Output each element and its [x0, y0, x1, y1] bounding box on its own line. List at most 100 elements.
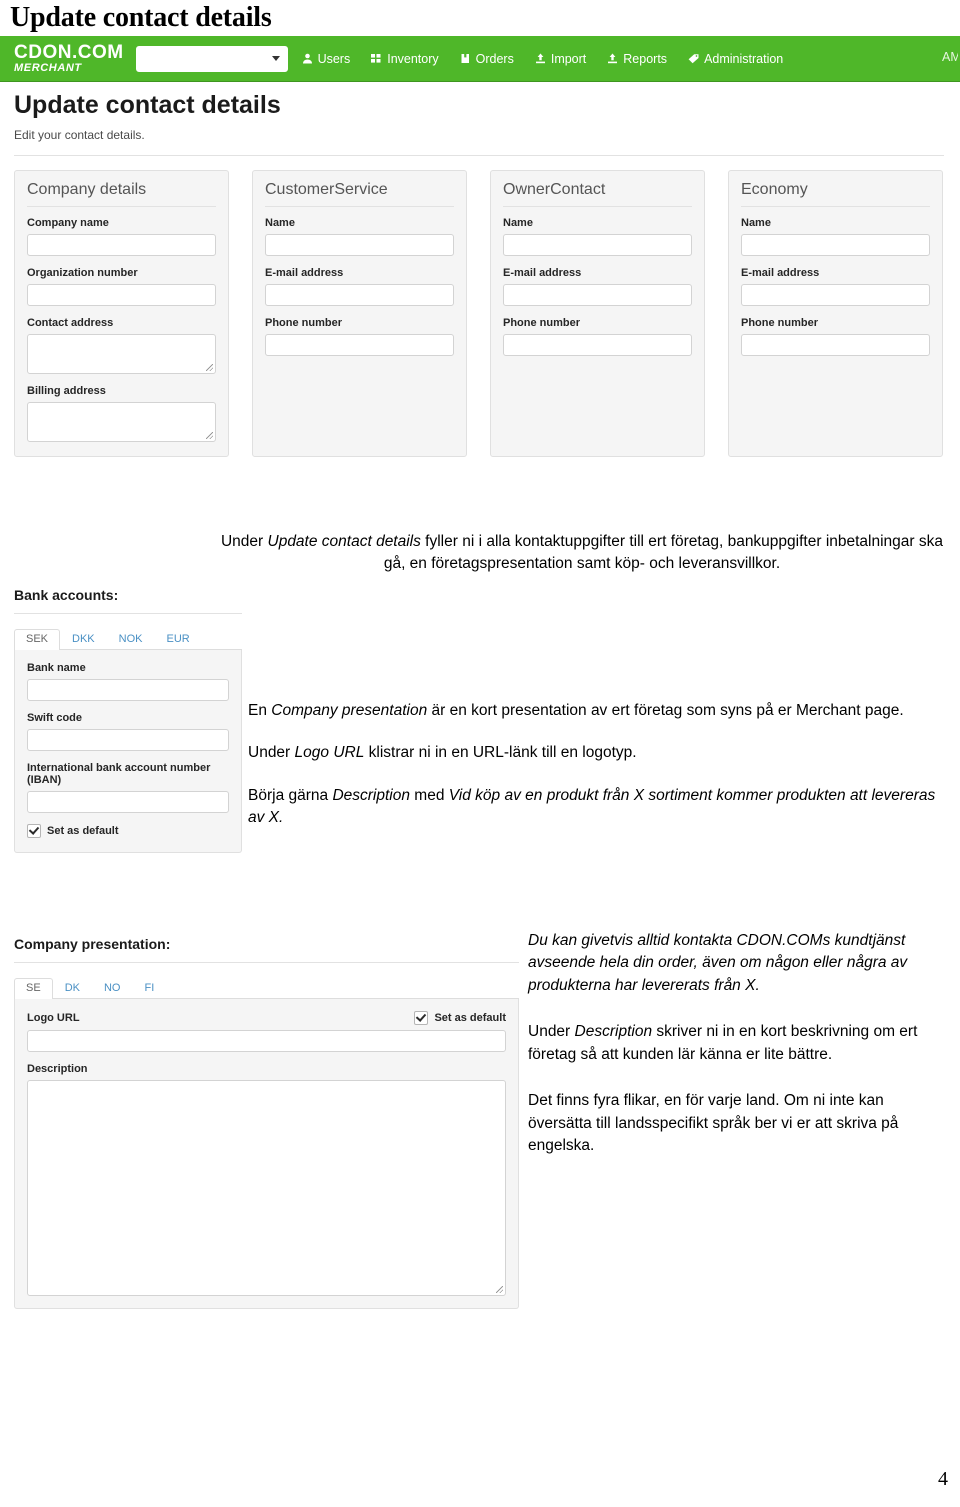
brand-subtitle: MERCHANT — [14, 62, 82, 74]
checkbox-checked-icon[interactable] — [27, 824, 41, 838]
field-label: Phone number — [503, 317, 581, 329]
field-label: Contact address — [27, 317, 114, 329]
bank-name-input[interactable] — [27, 679, 229, 701]
paragraph-intro: Under Update contact details fyller ni i… — [218, 531, 946, 576]
card-owner-contact: OwnerContact Name E-mail address Phone n… — [490, 170, 705, 457]
nav-item-orders[interactable]: Orders — [460, 52, 514, 66]
billing-address-textarea[interactable] — [27, 402, 216, 442]
field-logo-url: Logo URL Set as default — [27, 1011, 506, 1052]
economy-email-input[interactable] — [741, 284, 930, 306]
card-customer-service: CustomerService Name E-mail address Phon… — [252, 170, 467, 457]
presentation-country-tabs: SE DK NO FI — [14, 974, 519, 999]
card-title: OwnerContact — [503, 181, 692, 207]
field-label: E-mail address — [741, 267, 820, 279]
paragraph-description-instruction: Under Description skriver ni in en kort … — [528, 1021, 946, 1066]
nav-item-users[interactable]: Users — [302, 52, 350, 66]
bank-tab-panel: Bank name Swift code International bank … — [14, 650, 242, 853]
cs-email-input[interactable] — [265, 284, 454, 306]
paragraph-description-example: Börja gärna Description med Vid köp av e… — [248, 785, 948, 830]
iban-input[interactable] — [27, 791, 229, 813]
paragraph-company-presentation: En Company presentation är en kort prese… — [248, 700, 948, 722]
field-label: International bank account number (IBAN) — [27, 762, 211, 786]
field-label: Name — [503, 217, 533, 229]
economy-phone-input[interactable] — [741, 334, 930, 356]
section-divider — [14, 962, 519, 963]
owner-name-input[interactable] — [503, 234, 692, 256]
paragraph-logo-url: Under Logo URL klistrar ni in en URL-län… — [248, 742, 948, 764]
nav-item-administration[interactable]: Administration — [688, 52, 783, 66]
logo-url-header: Logo URL Set as default — [27, 1011, 506, 1025]
field-economy-name: Name — [741, 217, 930, 256]
field-label: Logo URL — [27, 1012, 80, 1024]
upload-icon — [535, 53, 546, 64]
checkbox-label: Set as default — [47, 825, 119, 837]
bank-set-as-default-row[interactable]: Set as default — [27, 824, 229, 838]
tab-dkk[interactable]: DKK — [60, 629, 107, 650]
economy-name-input[interactable] — [741, 234, 930, 256]
field-owner-name: Name — [503, 217, 692, 256]
grid-icon — [371, 53, 382, 64]
field-label: Phone number — [741, 317, 819, 329]
section-divider — [14, 613, 242, 614]
owner-phone-input[interactable] — [503, 334, 692, 356]
desc-emphasis-1: Description — [332, 786, 410, 804]
tab-se[interactable]: SE — [14, 978, 53, 999]
company-name-input[interactable] — [27, 234, 216, 256]
field-owner-phone: Phone number — [503, 317, 692, 356]
card-economy: Economy Name E-mail address Phone number — [728, 170, 943, 457]
field-cs-phone: Phone number — [265, 317, 454, 356]
nav-links: Users Inventory Orders Import Reports Ad… — [302, 52, 960, 66]
field-label: E-mail address — [503, 267, 582, 279]
paragraph-support-text: Du kan givetvis alltid kontakta CDON.COM… — [528, 932, 908, 994]
paragraph-group-middle: En Company presentation är en kort prese… — [248, 700, 948, 830]
section-title: Company presentation: — [14, 936, 171, 952]
nav-item-reports[interactable]: Reports — [607, 52, 667, 66]
field-label: Bank name — [27, 662, 86, 674]
field-organization-number: Organization number — [27, 267, 216, 306]
logo-lead: Under — [248, 744, 295, 762]
tag-icon — [688, 53, 699, 64]
nav-account-label[interactable]: AM — [942, 50, 958, 64]
page-subtitle: Edit your contact details. — [14, 127, 145, 142]
swift-code-input[interactable] — [27, 729, 229, 751]
field-contact-address: Contact address — [27, 317, 216, 374]
brand-name: CDON.COM — [14, 42, 124, 63]
checkbox-label: Set as default — [434, 1012, 506, 1024]
top-navigation-bar: CDON.COM MERCHANT Users Inventory Orders… — [0, 36, 960, 82]
tab-fi[interactable]: FI — [132, 978, 166, 999]
nav-item-label: Import — [550, 51, 587, 66]
cs-phone-input[interactable] — [265, 334, 454, 356]
field-label: E-mail address — [265, 267, 344, 279]
tab-dk[interactable]: DK — [53, 978, 92, 999]
document-heading: Update contact details — [10, 2, 272, 33]
logo-url-input[interactable] — [27, 1030, 506, 1052]
tab-sek[interactable]: SEK — [14, 629, 61, 650]
nav-item-label: Inventory — [387, 51, 439, 66]
description-textarea[interactable] — [27, 1080, 506, 1296]
store-select-dropdown[interactable] — [135, 45, 288, 72]
field-cs-name: Name — [265, 217, 454, 256]
checkbox-checked-icon[interactable] — [414, 1011, 429, 1025]
field-owner-email: E-mail address — [503, 267, 692, 306]
nav-item-import[interactable]: Import — [535, 52, 586, 66]
field-iban: International bank account number (IBAN) — [27, 762, 229, 813]
tab-eur[interactable]: EUR — [154, 629, 201, 650]
nav-item-inventory[interactable]: Inventory — [371, 51, 439, 66]
box-icon — [460, 53, 471, 64]
field-label: Organization number — [27, 267, 138, 279]
cs-name-input[interactable] — [265, 234, 454, 256]
field-company-name: Company name — [27, 217, 216, 256]
page-number: 4 — [938, 1468, 948, 1490]
contact-address-textarea[interactable] — [27, 334, 216, 374]
tab-nok[interactable]: NOK — [107, 629, 155, 650]
owner-email-input[interactable] — [503, 284, 692, 306]
field-billing-address: Billing address — [27, 385, 216, 442]
card-title: Company details — [27, 181, 216, 207]
field-cs-email: E-mail address — [265, 267, 454, 306]
tab-no[interactable]: NO — [92, 978, 133, 999]
bank-currency-tabs: SEK DKK NOK EUR — [14, 625, 242, 650]
presentation-set-as-default-row[interactable]: Set as default — [414, 1011, 506, 1025]
field-bank-name: Bank name — [27, 662, 229, 701]
contact-cards-row: Company details Company name Organizatio… — [14, 170, 946, 457]
organization-number-input[interactable] — [27, 284, 216, 306]
